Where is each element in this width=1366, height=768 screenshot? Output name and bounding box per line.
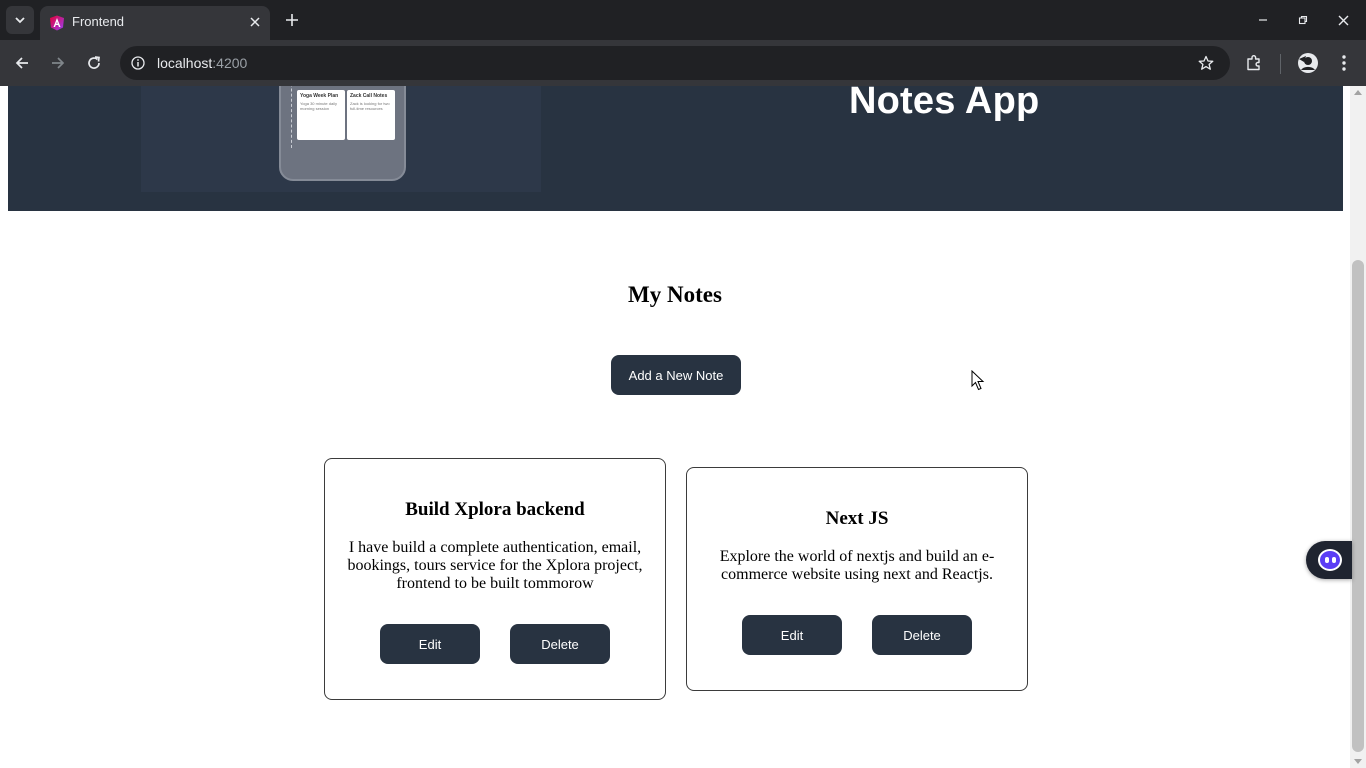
bookmark-button[interactable] xyxy=(1196,53,1216,73)
phone-card-body: Zack is looking for two full-time resour… xyxy=(350,101,390,111)
minimize-window-button[interactable] xyxy=(1250,8,1276,32)
site-info-button[interactable] xyxy=(128,53,148,73)
restore-icon xyxy=(1298,15,1308,25)
scroll-thumb[interactable] xyxy=(1352,260,1364,752)
note-card: Next JS Explore the world of nextjs and … xyxy=(686,467,1028,691)
profile-icon xyxy=(1298,53,1318,73)
tab-search-button[interactable] xyxy=(6,6,34,34)
note-title: Build Xplora backend xyxy=(405,499,585,520)
note-card: Build Xplora backend I have build a comp… xyxy=(324,458,666,700)
url-port: :4200 xyxy=(212,55,248,71)
close-window-button[interactable] xyxy=(1330,8,1356,32)
delete-note-button[interactable]: Delete xyxy=(872,615,972,655)
hero-title: Notes App xyxy=(849,86,1040,122)
plus-icon xyxy=(286,14,298,26)
phone-card-title: Yoga Week Plan xyxy=(300,93,339,99)
edit-note-button[interactable]: Edit xyxy=(742,615,842,655)
tab-title: Frontend xyxy=(72,14,125,29)
extensions-button[interactable] xyxy=(1242,51,1266,75)
phone-card: Yoga Week Plan Yoga 30 minute daily morn… xyxy=(297,90,345,140)
url-host: localhost xyxy=(157,55,213,71)
angular-favicon xyxy=(50,15,64,31)
note-title: Next JS xyxy=(825,508,889,529)
menu-icon xyxy=(1342,55,1346,71)
address-bar[interactable]: localhost:4200 xyxy=(120,46,1230,80)
site-info-icon xyxy=(131,56,145,70)
hero-banner: Yoga Week Plan Yoga 30 minute daily morn… xyxy=(8,86,1343,211)
extensions-icon xyxy=(1247,55,1260,71)
close-icon xyxy=(250,17,260,27)
cursor-icon xyxy=(971,370,985,391)
scroll-up-arrow[interactable] xyxy=(1354,90,1362,95)
reload-button[interactable] xyxy=(80,49,108,77)
phone-card-title: Zack Call Notes xyxy=(350,93,388,99)
restore-window-button[interactable] xyxy=(1290,8,1316,32)
note-body: I have build a complete authentication, … xyxy=(347,539,643,592)
assistant-widget-button[interactable] xyxy=(1306,541,1352,579)
edit-note-button[interactable]: Edit xyxy=(380,624,480,664)
reload-icon xyxy=(88,56,100,69)
page-title: My Notes xyxy=(628,282,722,307)
phone-card-body: Yoga 30 minute daily morning session xyxy=(300,101,337,111)
phone-card: Zack Call Notes Zack is looking for two … xyxy=(347,90,395,140)
back-button[interactable] xyxy=(8,49,36,77)
browser-tab-active[interactable]: Frontend xyxy=(40,6,270,40)
profile-button[interactable] xyxy=(1296,51,1320,75)
tab-close-button[interactable] xyxy=(246,13,264,31)
chevron-down-icon xyxy=(15,17,25,24)
toolbar-divider xyxy=(1280,54,1281,74)
star-icon xyxy=(1198,55,1214,70)
scroll-down-arrow[interactable] xyxy=(1354,759,1362,764)
assistant-icon xyxy=(1318,549,1342,571)
browser-tabstrip: Frontend xyxy=(0,0,1366,40)
forward-icon xyxy=(52,57,65,69)
delete-note-button[interactable]: Delete xyxy=(510,624,610,664)
phone-timeline xyxy=(291,86,292,148)
minimize-icon xyxy=(1259,19,1267,21)
browser-toolbar: localhost:4200 xyxy=(0,40,1366,86)
forward-button[interactable] xyxy=(44,49,72,77)
phone-mockup: Yoga Week Plan Yoga 30 minute daily morn… xyxy=(279,86,406,181)
close-icon xyxy=(1338,15,1348,25)
hero-image: Yoga Week Plan Yoga 30 minute daily morn… xyxy=(141,86,541,192)
url-text: localhost:4200 xyxy=(157,55,247,71)
add-note-button[interactable]: Add a New Note xyxy=(611,355,741,395)
note-body: Explore the world of nextjs and build an… xyxy=(719,548,995,583)
back-icon xyxy=(15,57,28,69)
page-viewport: Yoga Week Plan Yoga 30 minute daily morn… xyxy=(0,86,1350,768)
browser-menu-button[interactable] xyxy=(1332,51,1356,75)
new-tab-button[interactable] xyxy=(280,8,304,32)
page-scrollbar[interactable] xyxy=(1350,86,1366,768)
